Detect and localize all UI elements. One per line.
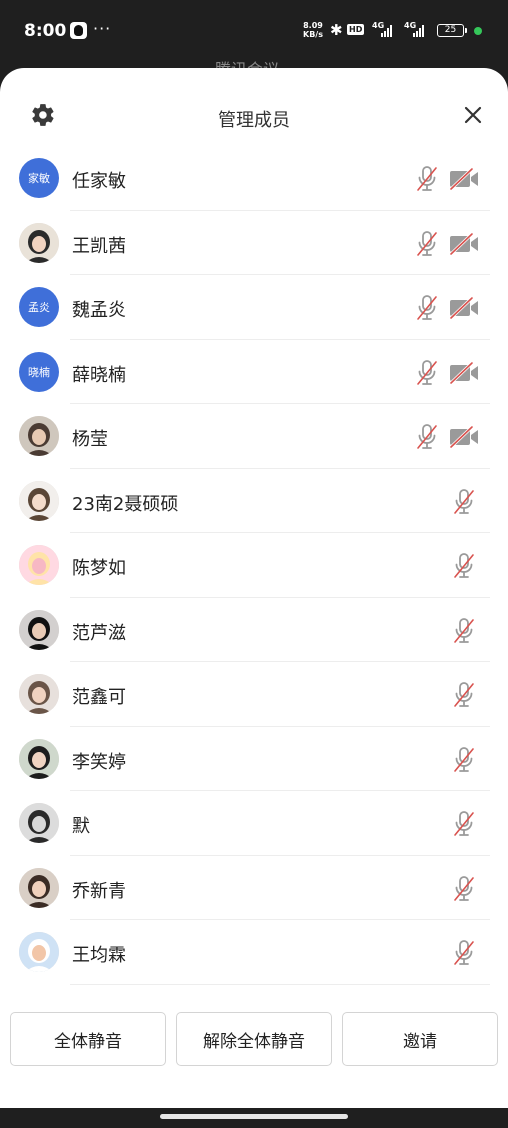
member-name: 李笑婷 [72, 751, 126, 773]
mic-muted-icon[interactable] [453, 875, 475, 903]
status-bar: 8:00 ··· 8.09 KB/s ✱ HD 4G 4G 25 [0, 0, 508, 62]
camera-off-icon[interactable] [448, 425, 480, 449]
home-indicator[interactable] [160, 1114, 348, 1119]
list-item[interactable]: 乔新青 [0, 856, 508, 920]
member-list-content: 家敏 任家敏 王凯茜 孟炎 魏孟炎 晓楠 薛晓楠 杨莹 23南2聂硕硕 陈梦如 … [0, 146, 508, 985]
mic-muted-icon[interactable] [416, 294, 438, 322]
mic-muted-icon[interactable] [453, 810, 475, 838]
invite-button[interactable]: 邀请 [342, 1012, 498, 1066]
avatar [19, 545, 59, 585]
mic-muted-icon[interactable] [453, 552, 475, 580]
avatar [19, 416, 59, 456]
hd-icon: HD [347, 24, 365, 35]
list-item[interactable]: 家敏 任家敏 [0, 146, 508, 211]
list-item[interactable]: 王均霖 [0, 920, 508, 985]
list-item[interactable]: 23南2聂硕硕 [0, 469, 508, 533]
camera-off-icon[interactable] [448, 296, 480, 320]
avatar-photo [19, 674, 59, 714]
status-time: 8:00 [24, 21, 67, 41]
member-name: 23南2聂硕硕 [72, 493, 179, 515]
sheet-header: 管理成员 [0, 68, 508, 158]
avatar-photo [19, 932, 59, 972]
avatar: 晓楠 [19, 351, 59, 392]
member-name: 魏孟炎 [72, 300, 126, 321]
avatar-photo [19, 416, 59, 456]
member-name: 王凯茜 [72, 235, 126, 257]
camera-off-icon[interactable] [448, 232, 480, 255]
mic-muted-icon[interactable] [416, 230, 438, 258]
member-name: 默 [72, 816, 90, 837]
mic-muted-icon[interactable] [453, 746, 475, 774]
mic-muted-icon[interactable] [453, 681, 475, 709]
member-name: 杨莹 [72, 429, 108, 450]
mic-muted-icon[interactable] [416, 359, 438, 387]
navigation-bar [0, 1108, 508, 1128]
bluetooth-icon: ✱ [330, 21, 343, 39]
battery-icon: 25 [437, 24, 467, 37]
avatar-photo [19, 738, 59, 779]
avatar [19, 609, 59, 650]
avatar-photo [19, 803, 59, 843]
mic-muted-icon[interactable] [416, 423, 438, 451]
avatar-photo [19, 480, 59, 521]
list-item[interactable]: 晓楠 薛晓楠 [0, 340, 508, 404]
avatar [19, 867, 59, 908]
avatar [19, 222, 59, 263]
network-speed-unit: KB/s [303, 30, 323, 39]
member-name: 陈梦如 [72, 558, 126, 579]
avatar: 家敏 [19, 158, 59, 198]
mic-muted-icon[interactable] [416, 165, 438, 193]
member-name: 范鑫可 [72, 687, 126, 708]
list-item[interactable]: 默 [0, 791, 508, 856]
member-name: 范芦滋 [72, 622, 126, 644]
close-icon[interactable] [462, 104, 484, 126]
member-name: 王均霖 [72, 945, 126, 966]
qq-notification-icon [70, 22, 87, 39]
avatar [19, 803, 59, 843]
manage-members-sheet: 管理成员 家敏 任家敏 王凯茜 孟炎 魏孟炎 晓楠 薛晓楠 杨莹 23南2聂硕硕… [0, 68, 508, 1108]
avatar [19, 674, 59, 714]
mic-muted-icon[interactable] [453, 617, 475, 645]
avatar-initials: 家敏 [28, 172, 50, 185]
avatar-photo [19, 609, 59, 650]
avatar [19, 480, 59, 521]
list-item[interactable]: 杨莹 [0, 404, 508, 469]
network-speed: 8.09 KB/s [303, 21, 323, 39]
member-name: 任家敏 [72, 171, 126, 192]
list-item[interactable]: 范芦滋 [0, 598, 508, 662]
avatar-photo [19, 545, 59, 585]
mic-muted-icon[interactable] [453, 488, 475, 516]
avatar-initials: 孟炎 [28, 301, 50, 314]
charging-indicator [474, 27, 482, 35]
avatar-initials: 晓楠 [28, 365, 50, 379]
list-item[interactable]: 王凯茜 [0, 211, 508, 275]
avatar [19, 738, 59, 779]
avatar [19, 932, 59, 972]
network-speed-value: 8.09 [303, 21, 323, 30]
member-list[interactable]: 家敏 任家敏 王凯茜 孟炎 魏孟炎 晓楠 薛晓楠 杨莹 23南2聂硕硕 陈梦如 … [0, 146, 508, 1004]
signal-bars-2-icon [413, 25, 424, 37]
bottom-action-bar: 全体静音 解除全体静音 邀请 [0, 1004, 508, 1108]
page-title: 管理成员 [218, 110, 290, 131]
list-item[interactable]: 孟炎 魏孟炎 [0, 275, 508, 340]
mute-all-button[interactable]: 全体静音 [10, 1012, 166, 1066]
divider [70, 983, 490, 985]
member-name: 乔新青 [72, 880, 126, 902]
avatar: 孟炎 [19, 287, 59, 327]
list-item[interactable]: 陈梦如 [0, 533, 508, 598]
list-item[interactable]: 范鑫可 [0, 662, 508, 727]
camera-off-icon[interactable] [448, 167, 480, 191]
avatar-photo [19, 867, 59, 908]
avatar-photo [19, 222, 59, 263]
camera-off-icon[interactable] [448, 361, 480, 384]
list-item[interactable]: 李笑婷 [0, 727, 508, 791]
member-name: 薛晓楠 [72, 364, 126, 386]
more-notifications-icon: ··· [93, 19, 112, 38]
signal-bars-1-icon [381, 25, 392, 37]
unmute-all-button[interactable]: 解除全体静音 [176, 1012, 332, 1066]
mic-muted-icon[interactable] [453, 939, 475, 967]
